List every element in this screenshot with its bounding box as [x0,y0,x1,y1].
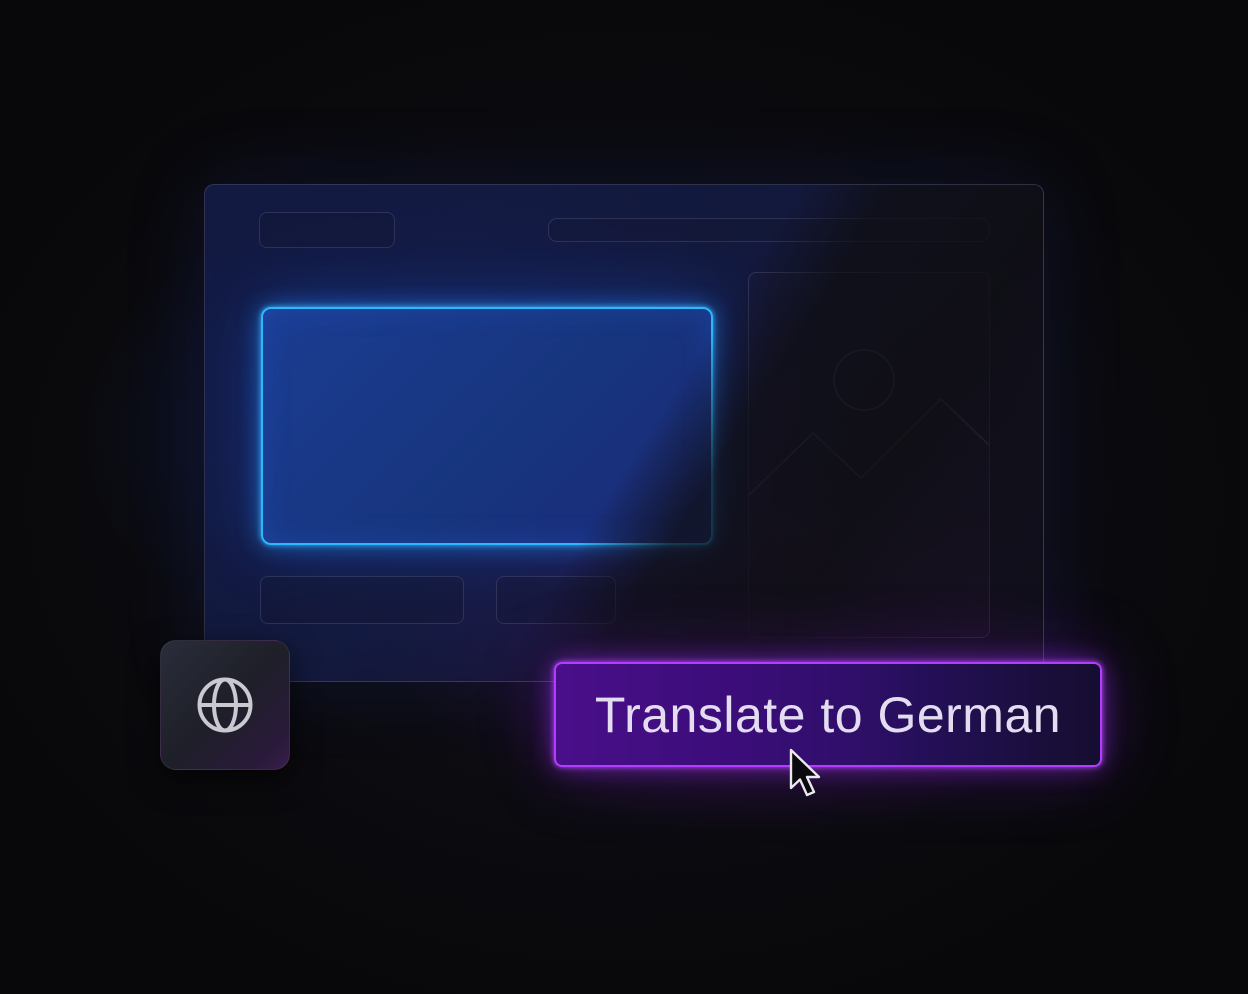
mountain-shape [749,398,989,496]
image-placeholder [748,272,990,638]
primary-button-placeholder [260,576,464,624]
globe-icon [197,677,253,733]
illustration-canvas: Translate to German [0,0,1248,994]
logo-placeholder [259,212,395,248]
highlighted-content-block[interactable] [261,307,713,545]
browser-window [204,184,1044,682]
image-icon [749,349,989,496]
mouse-pointer-icon [789,748,821,797]
translate-button-label: Translate to German [594,686,1062,743]
address-bar-placeholder [548,218,990,242]
translate-to-german-button[interactable]: Translate to German [554,662,1102,767]
translate-app-tile[interactable] [160,640,290,770]
secondary-button-placeholder [496,576,616,624]
sun-shape [833,349,895,411]
